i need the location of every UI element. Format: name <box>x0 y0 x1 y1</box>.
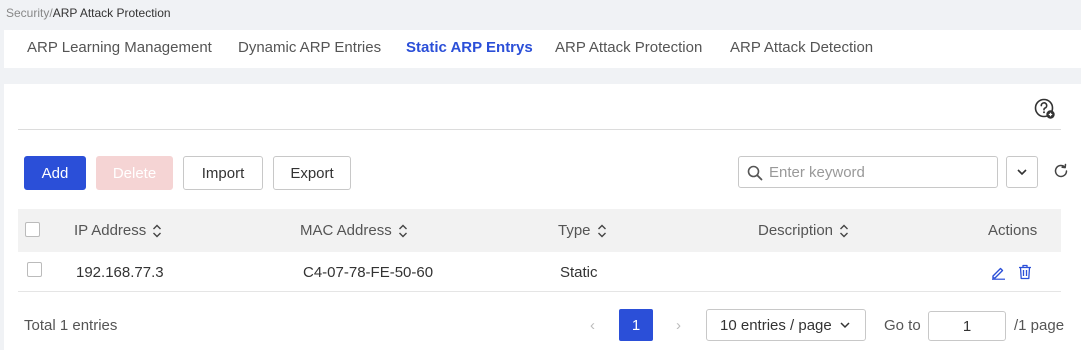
tab-arp-learning-management[interactable]: ARP Learning Management <box>27 39 212 56</box>
total-entries: Total 1 entries <box>24 317 118 334</box>
table-header: IP Address MAC Address Type Description … <box>18 209 1061 252</box>
column-header-description[interactable]: Description <box>758 222 849 239</box>
refresh-icon[interactable] <box>1053 163 1069 179</box>
search-filter-dropdown-button[interactable] <box>1006 156 1038 188</box>
column-header-actions: Actions <box>988 222 1037 239</box>
delete-icon[interactable] <box>1018 264 1032 280</box>
column-header-type[interactable]: Type <box>558 222 607 239</box>
cell-mac-address: C4-07-78-FE-50-60 <box>303 264 434 281</box>
next-page-button[interactable]: › <box>676 317 681 334</box>
column-header-ip-address[interactable]: IP Address <box>74 222 162 239</box>
chevron-down-icon <box>840 321 850 328</box>
table-row: 192.168.77.3 C4-07-78-FE-50-60 Static <box>18 252 1061 292</box>
sort-icon[interactable] <box>398 224 408 238</box>
page-number-current[interactable]: 1 <box>619 309 653 341</box>
column-label: MAC Address <box>300 222 392 239</box>
search-box <box>738 156 998 188</box>
goto-label: Go to <box>884 317 921 334</box>
add-button[interactable]: Add <box>24 156 86 190</box>
content-panel: Add Delete Import Export IP Address MAC … <box>4 84 1081 350</box>
page-count: /1 page <box>1014 317 1065 334</box>
column-label: Type <box>558 222 591 239</box>
row-checkbox[interactable] <box>27 262 42 277</box>
tab-bar: ARP Learning Management Dynamic ARP Entr… <box>4 30 1081 68</box>
cell-ip-address: 192.168.77.3 <box>76 264 164 281</box>
breadcrumb-current: ARP Attack Protection <box>52 6 171 20</box>
search-input[interactable] <box>769 157 994 187</box>
select-all-checkbox[interactable] <box>25 222 40 237</box>
tab-arp-attack-detection[interactable]: ARP Attack Detection <box>730 39 873 56</box>
export-button[interactable]: Export <box>273 156 351 190</box>
sort-icon[interactable] <box>597 224 607 238</box>
import-button[interactable]: Import <box>183 156 263 190</box>
delete-button[interactable]: Delete <box>96 156 173 190</box>
header-divider <box>18 129 1061 130</box>
help-icon[interactable] <box>1034 98 1056 120</box>
search-icon <box>747 165 763 181</box>
page-size-value: 10 entries / page <box>720 316 832 334</box>
sort-icon[interactable] <box>839 224 849 238</box>
goto-page-input[interactable] <box>928 311 1006 341</box>
tab-dynamic-arp-entries[interactable]: Dynamic ARP Entries <box>238 39 381 56</box>
sort-icon[interactable] <box>152 224 162 238</box>
page-size-select[interactable]: 10 entries / page <box>706 309 866 341</box>
tab-static-arp-entrys[interactable]: Static ARP Entrys <box>406 39 533 56</box>
column-label: Description <box>758 222 834 239</box>
edit-icon[interactable] <box>991 265 1006 280</box>
breadcrumb: Security/ARP Attack Protection <box>6 6 171 20</box>
chevron-down-icon <box>1017 168 1027 175</box>
column-label: Actions <box>988 222 1038 239</box>
column-label: IP Address <box>74 222 147 239</box>
column-header-mac-address[interactable]: MAC Address <box>300 222 408 239</box>
tab-arp-attack-protection[interactable]: ARP Attack Protection <box>555 39 702 56</box>
cell-type: Static <box>560 264 598 281</box>
breadcrumb-parent[interactable]: Security <box>6 6 49 20</box>
previous-page-button[interactable]: ‹ <box>590 317 595 334</box>
